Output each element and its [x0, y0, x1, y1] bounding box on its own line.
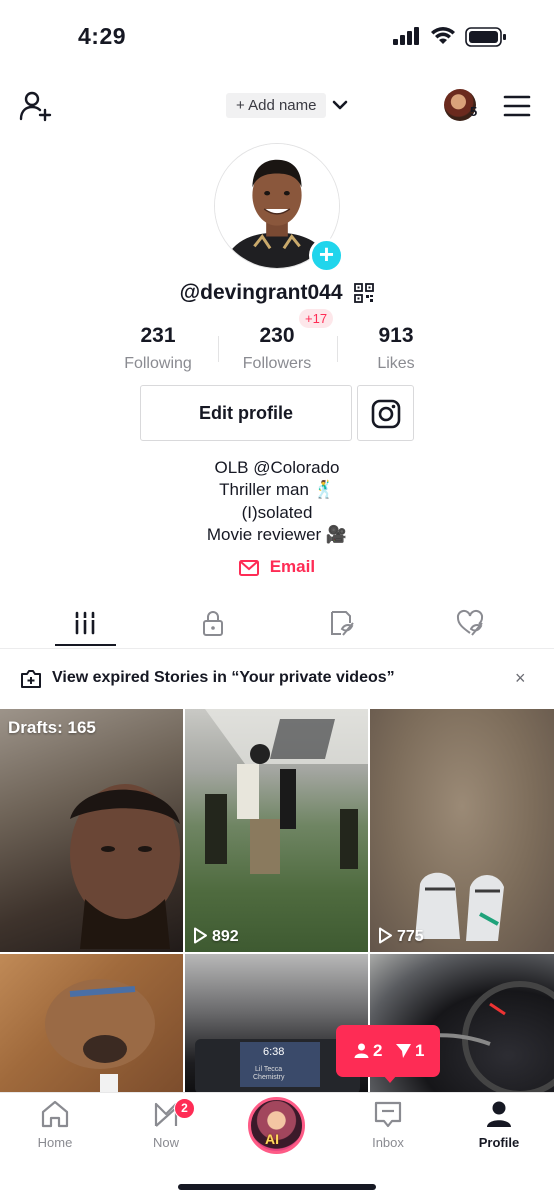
bio-line: Thriller man 🕺: [219, 480, 335, 500]
username: @devingrant044: [179, 281, 343, 305]
username-row: @devingrant044: [0, 281, 554, 305]
followers-notif-value: 2: [373, 1041, 383, 1060]
email-label: Email: [269, 557, 316, 576]
add-story-button[interactable]: +: [309, 238, 344, 273]
nav-home[interactable]: Home: [0, 1099, 110, 1150]
thumbnail-image: [205, 709, 368, 874]
active-tab-indicator: [55, 644, 116, 646]
svg-text:Chemistry: Chemistry: [253, 1074, 285, 1081]
edit-profile-button[interactable]: Edit profile: [140, 385, 352, 441]
home-icon: [41, 1100, 69, 1128]
banner-text: View expired Stories in “Your private vi…: [52, 669, 395, 686]
nav-now-label: Now: [152, 1135, 179, 1150]
bio-line: OLB @Colorado: [214, 458, 340, 477]
nav-now[interactable]: 2 Now: [111, 1098, 221, 1150]
menu-icon[interactable]: [503, 94, 531, 118]
camera-icon: [21, 670, 41, 688]
video-tile[interactable]: 892: [185, 709, 368, 952]
user-icon: [354, 1043, 369, 1058]
thumbnail-image: [70, 784, 180, 949]
home-indicator: [178, 1184, 376, 1190]
expired-stories-banner[interactable]: View expired Stories in “Your private vi…: [0, 649, 554, 709]
view-count: 775: [378, 927, 424, 946]
thumbnail-image: [45, 979, 155, 1099]
bio-line: Movie reviewer 🎥: [206, 524, 348, 544]
profile-bio: OLB @Colorado Thriller man 🕺 (I)solated …: [0, 457, 554, 546]
mentions-notif-value: 1: [415, 1041, 425, 1060]
notification-tail: [383, 1075, 397, 1083]
email-link[interactable]: Email: [0, 557, 554, 577]
email-icon: [238, 559, 259, 576]
bio-line: (I)solated: [241, 502, 313, 522]
close-icon[interactable]: ×: [515, 668, 526, 689]
send-icon: [396, 1044, 411, 1058]
repost-icon[interactable]: [326, 608, 356, 638]
video-tile[interactable]: 775: [370, 709, 554, 952]
account-count: 5: [470, 104, 478, 119]
view-count-value: 775: [397, 928, 424, 945]
activity-notification[interactable]: 2 1: [336, 1025, 440, 1077]
instagram-icon: [371, 399, 401, 429]
add-name-button[interactable]: + Add name: [226, 93, 327, 118]
instagram-button[interactable]: [357, 385, 414, 441]
profile-header: + Add name 5: [0, 80, 554, 132]
view-count: 892: [193, 927, 239, 946]
likes-count: 913: [378, 324, 414, 347]
svg-text:Lil Tecca: Lil Tecca: [255, 1066, 282, 1073]
liked-icon[interactable]: [455, 608, 485, 638]
drafts-tile[interactable]: Drafts: 165: [0, 709, 183, 952]
following-count: 231: [140, 324, 176, 347]
drafts-label: Drafts: 165: [8, 718, 96, 737]
nav-profile[interactable]: Profile: [444, 1099, 554, 1150]
play-icon: [194, 927, 207, 944]
signal-icon: [393, 27, 419, 45]
ai-label: AI: [265, 1131, 279, 1147]
status-bar: 4:29: [0, 0, 554, 72]
video-tile[interactable]: [0, 954, 183, 1099]
new-followers-count: 2: [353, 1041, 382, 1061]
thumbnail-image: [415, 872, 504, 941]
following-label: Following: [124, 355, 192, 372]
add-user-icon[interactable]: [18, 89, 52, 123]
inbox-icon: [374, 1101, 402, 1128]
stat-following[interactable]: 231 Following: [98, 320, 218, 373]
profile-icon: [487, 1101, 511, 1127]
profile-stats: 231 Following 230 Followers 913 Likes: [98, 320, 458, 372]
grid-icon[interactable]: [70, 608, 100, 638]
wifi-icon: [431, 27, 455, 44]
content-tabs: [0, 600, 554, 648]
nav-inbox[interactable]: Inbox: [333, 1099, 443, 1150]
lock-icon[interactable]: [198, 608, 228, 638]
video-grid: Drafts: 165 892 775 6:38 Lil Tecca Chemi…: [0, 709, 554, 1099]
now-badge: 2: [174, 1098, 195, 1119]
status-time: 4:29: [78, 23, 127, 49]
stat-likes[interactable]: 913 Likes: [336, 320, 456, 373]
svg-text:6:38: 6:38: [263, 1046, 284, 1058]
nav-inbox-label: Inbox: [372, 1135, 404, 1150]
nav-home-label: Home: [37, 1135, 73, 1150]
followers-delta-badge: +17: [299, 309, 334, 328]
followers-label: Followers: [242, 355, 312, 372]
bottom-nav: Home 2 Now AI Inbox Profile: [0, 1092, 554, 1200]
nav-profile-label: Profile: [478, 1135, 520, 1150]
battery-icon: [465, 27, 506, 47]
chevron-down-icon[interactable]: [331, 96, 349, 114]
likes-label: Likes: [377, 355, 415, 372]
view-count-value: 892: [212, 928, 239, 945]
play-icon: [379, 927, 392, 944]
mentions-count: 1: [395, 1041, 424, 1061]
qr-code-icon[interactable]: [354, 283, 375, 304]
